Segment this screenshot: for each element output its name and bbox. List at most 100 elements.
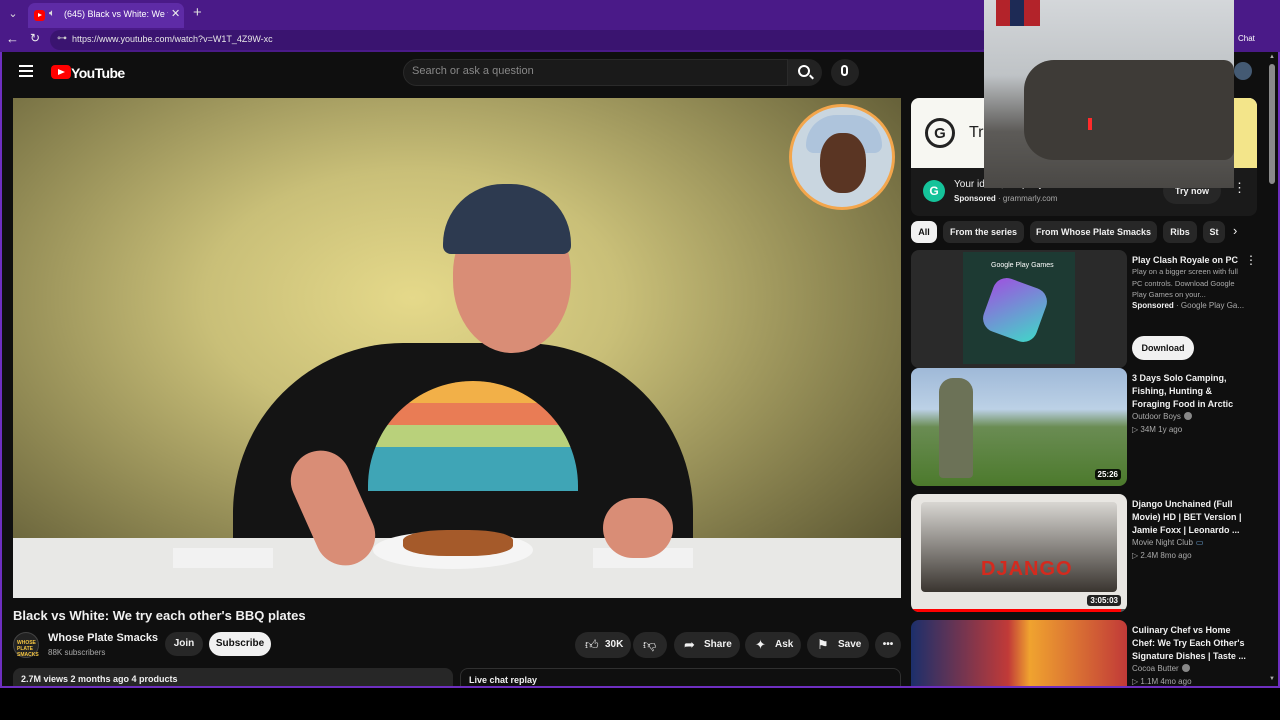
- rec-stats: ▷ 1.1M 4mo ago: [1132, 677, 1192, 686]
- webcam-overlay: [984, 0, 1234, 188]
- chip-from-the-series[interactable]: From the series: [943, 221, 1024, 243]
- grammarly-logo-icon: G: [925, 118, 955, 148]
- chevron-right-icon[interactable]: ›: [1233, 223, 1237, 238]
- ad-domain: grammarly.com: [1002, 194, 1058, 203]
- django-thumbnail-title: DJANGO: [981, 558, 1073, 580]
- rec-title[interactable]: Culinary Chef vs Home Chef: We Try Each …: [1132, 624, 1252, 663]
- youtube-wordmark[interactable]: YouTube: [71, 65, 125, 81]
- subscribe-button[interactable]: Subscribe: [209, 632, 271, 656]
- recommendation-item[interactable]: 25:26 3 Days Solo Camping, Fishing, Hunt…: [911, 368, 1257, 486]
- duration-badge: 3:05:03: [1087, 595, 1121, 606]
- close-tab-icon[interactable]: ✕: [171, 7, 180, 20]
- channel-avatar[interactable]: WHOSE PLATE SMACKS: [13, 632, 39, 658]
- rec-sponsor-line: Sponsored · Google Play Ga...: [1132, 301, 1245, 310]
- video-player[interactable]: [13, 98, 901, 598]
- save-button[interactable]: ⚑ Save: [807, 632, 869, 658]
- like-button[interactable]: 👍︎ 30K: [575, 632, 631, 658]
- dislike-button[interactable]: 👎︎: [633, 632, 667, 658]
- browser-tab[interactable]: 🔈︎ (645) Black vs White: We try e ✕: [28, 3, 184, 28]
- ad-sponsor-line: Sponsored · grammarly.com: [954, 194, 1058, 203]
- ad-banner-stripe: [1231, 98, 1257, 168]
- rec-channel[interactable]: Outdoor Boys: [1132, 412, 1181, 421]
- share-button[interactable]: ➦ Share: [674, 632, 740, 658]
- youtube-logo-icon[interactable]: [51, 65, 71, 79]
- sponsored-recommendation[interactable]: Google Play Games Play Clash Royale on P…: [911, 250, 1257, 368]
- ask-label: Ask: [775, 639, 794, 650]
- rec-thumbnail[interactable]: [911, 620, 1127, 688]
- search-box[interactable]: [403, 59, 788, 86]
- scroll-down-arrow-icon[interactable]: ▼: [1269, 676, 1275, 682]
- share-arrow-icon: ➦: [684, 637, 695, 652]
- chat-button[interactable]: Chat: [1238, 34, 1255, 43]
- video-person-arm-right: [603, 498, 673, 558]
- site-info-icon[interactable]: ⊶: [57, 33, 67, 44]
- google-play-games-artwork: Google Play Games: [963, 252, 1075, 364]
- rec-channel-line[interactable]: Cocoa Butter: [1132, 664, 1190, 673]
- join-button[interactable]: Join: [165, 632, 203, 656]
- rec-channel-line[interactable]: Outdoor Boys: [1132, 412, 1192, 421]
- account-avatar[interactable]: [1234, 62, 1252, 80]
- thumbs-down-icon: 👎︎: [643, 637, 657, 652]
- reaction-camera-bubble: [789, 104, 895, 210]
- search-button[interactable]: [788, 59, 822, 86]
- rec-channel[interactable]: Movie Night Club: [1132, 538, 1193, 547]
- live-chat-replay[interactable]: Live chat replay: [460, 668, 901, 688]
- rec-channel[interactable]: Cocoa Butter: [1132, 664, 1179, 673]
- ad-sponsored-label: Sponsored: [954, 194, 996, 203]
- description-box[interactable]: 2.7M views 2 months ago 4 products: [13, 668, 453, 688]
- live-chat-label: Live chat replay: [469, 675, 538, 685]
- thumbs-up-icon: 👍︎: [585, 637, 599, 652]
- youtube-favicon-icon: [34, 10, 45, 21]
- more-vertical-icon[interactable]: ⋮: [1245, 253, 1257, 267]
- rec-thumbnail[interactable]: 25:26: [911, 368, 1127, 486]
- rec-title[interactable]: 3 Days Solo Camping, Fishing, Hunting & …: [1132, 372, 1252, 411]
- hamburger-menu-icon[interactable]: [19, 65, 33, 77]
- more-vertical-icon[interactable]: ⋮: [1233, 180, 1246, 196]
- scrollbar-thumb[interactable]: [1269, 64, 1275, 184]
- rec-stats: ▷ 34M 1y ago: [1132, 425, 1183, 434]
- rec-thumbnail[interactable]: DJANGO 3:05:03: [911, 494, 1127, 612]
- chip-st[interactable]: St: [1203, 221, 1225, 243]
- voice-search-button[interactable]: [831, 59, 859, 86]
- chip-all[interactable]: All: [911, 221, 937, 243]
- subscriber-count: 88K subscribers: [48, 648, 106, 657]
- rec-thumbnail[interactable]: Google Play Games: [911, 250, 1127, 368]
- speaker-icon[interactable]: 🔈︎: [49, 8, 55, 19]
- webcam-red-light: [1088, 118, 1092, 130]
- more-horizontal-icon: •••: [882, 639, 894, 650]
- webcam-bed: [1024, 60, 1234, 160]
- recommendation-item[interactable]: Culinary Chef vs Home Chef: We Try Each …: [911, 620, 1257, 688]
- rec-channel-line[interactable]: Movie Night Club ▭: [1132, 538, 1203, 547]
- rec-sponsored-label: Sponsored: [1132, 301, 1174, 310]
- grammarly-avatar-icon: G: [923, 180, 945, 202]
- video-meta: 2.7M views 2 months ago 4 products: [21, 674, 178, 684]
- like-count: 30K: [605, 639, 624, 650]
- chip-from-whose-plate-smacks[interactable]: From Whose Plate Smacks: [1030, 221, 1157, 243]
- search-input[interactable]: [412, 65, 772, 77]
- google-play-triangle-icon: [979, 274, 1051, 346]
- reload-icon[interactable]: ↻: [30, 31, 40, 45]
- more-actions-button[interactable]: •••: [875, 632, 901, 658]
- download-button[interactable]: Download: [1132, 336, 1194, 360]
- watch-progress-bar: [911, 609, 1127, 612]
- verified-check-icon: [1183, 412, 1192, 420]
- rec-stats: ▷ 2.4M 8mo ago: [1132, 551, 1192, 560]
- video-person-cap: [443, 184, 571, 254]
- channel-name[interactable]: Whose Plate Smacks: [48, 632, 158, 644]
- chip-ribs[interactable]: Ribs: [1163, 221, 1197, 243]
- tv-icon: ▭: [1195, 538, 1204, 547]
- new-tab-plus-icon[interactable]: +: [193, 4, 202, 21]
- sparkle-icon: ✦: [755, 637, 766, 652]
- ask-button[interactable]: ✦ Ask: [745, 632, 801, 658]
- tab-title: (645) Black vs White: We try e: [64, 9, 168, 19]
- address-bar[interactable]: ⊶ https://www.youtube.com/watch?v=W1T_4Z…: [50, 30, 990, 50]
- tab-list-chevron-icon[interactable]: ⌄: [4, 5, 22, 23]
- rec-title[interactable]: Django Unchained (Full Movie) HD | BET V…: [1132, 498, 1252, 537]
- scroll-up-arrow-icon[interactable]: ▲: [1269, 54, 1275, 60]
- recommendation-item[interactable]: DJANGO 3:05:03 Django Unchained (Full Mo…: [911, 494, 1257, 612]
- page-scrollbar[interactable]: ▲ ▼: [1268, 52, 1276, 688]
- video-napkin-left: [173, 548, 273, 568]
- back-arrow-icon[interactable]: ←: [6, 31, 19, 46]
- duration-badge: 25:26: [1094, 469, 1121, 480]
- url-text[interactable]: https://www.youtube.com/watch?v=W1T_4Z9W…: [72, 34, 273, 44]
